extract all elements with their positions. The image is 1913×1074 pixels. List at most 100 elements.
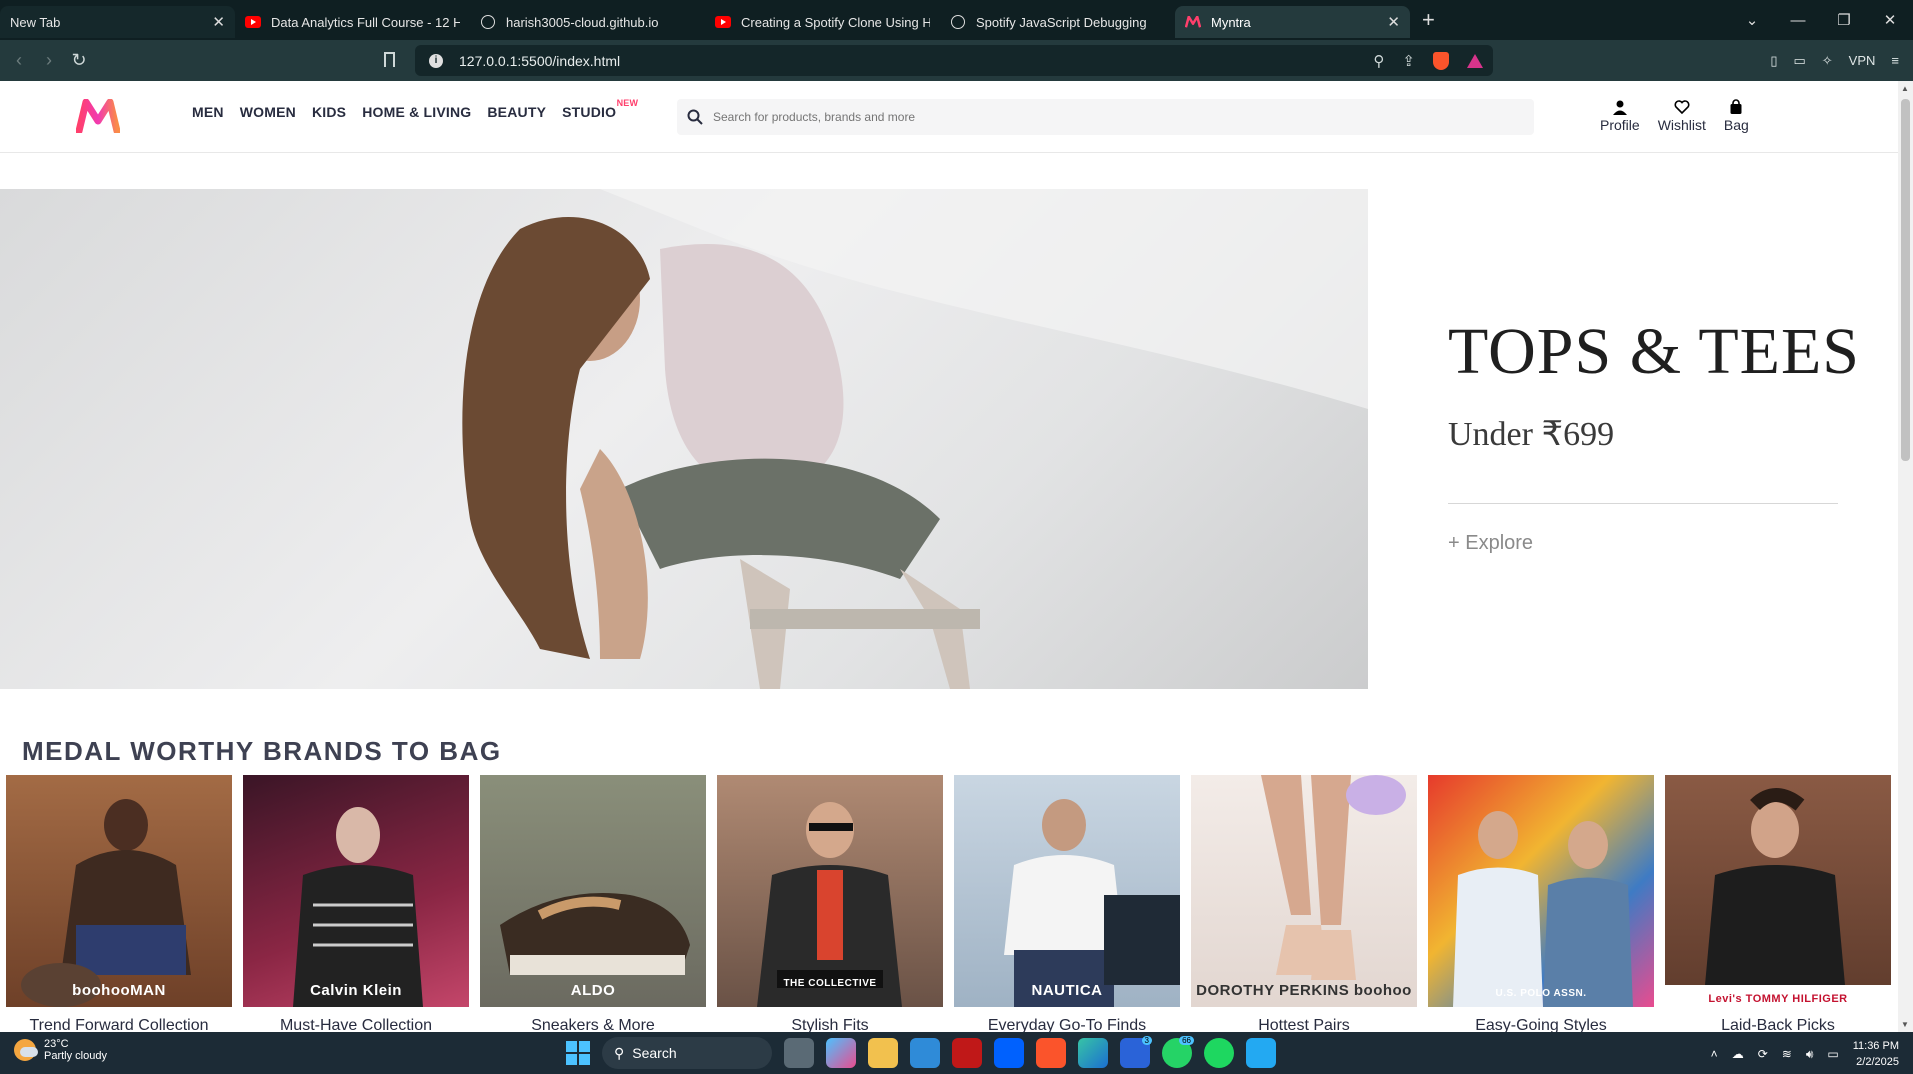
brave-icon[interactable]	[1036, 1038, 1066, 1068]
wifi-icon[interactable]: ≋	[1782, 1047, 1792, 1061]
brand-card-aldo[interactable]: ALDO Sneakers & More	[480, 775, 706, 1032]
main-nav: MEN WOMEN KIDS HOME & LIVING BEAUTY STUD…	[192, 98, 638, 120]
brand-image: boohooMAN	[6, 775, 232, 1007]
sidebar-icon[interactable]: ▯	[1770, 53, 1777, 69]
tab-youtube-spotify[interactable]: Creating a Spotify Clone Using HTM	[705, 6, 940, 38]
browser-tab-bar: New Tab ✕ Data Analytics Full Course - 1…	[0, 0, 1913, 40]
edge-icon[interactable]	[1078, 1038, 1108, 1068]
copilot-icon[interactable]	[826, 1038, 856, 1068]
windows-start-icon[interactable]	[566, 1041, 590, 1065]
file-explorer-icon[interactable]	[868, 1038, 898, 1068]
new-tab-icon[interactable]: +	[1422, 7, 1435, 33]
close-window-icon[interactable]: ✕	[1867, 11, 1913, 29]
model-photo	[462, 189, 1368, 689]
page-scrollbar[interactable]: ▲ ▼	[1898, 81, 1913, 1032]
explore-link[interactable]: + Explore	[1448, 532, 1533, 555]
wallet-icon[interactable]: ▭	[1793, 53, 1805, 69]
globe-icon	[480, 14, 496, 30]
search-input[interactable]	[713, 110, 1493, 124]
tab-title: Data Analytics Full Course - 12 Hou	[271, 14, 460, 30]
tab-youtube-analytics[interactable]: Data Analytics Full Course - 12 Hou	[235, 6, 470, 38]
tab-chatgpt[interactable]: Spotify JavaScript Debugging	[940, 6, 1175, 38]
close-tab-icon[interactable]: ✕	[212, 13, 225, 31]
tab-title: Myntra	[1211, 14, 1251, 30]
bag-button[interactable]: Bag	[1724, 99, 1749, 133]
nav-beauty[interactable]: BEAUTY	[487, 104, 546, 120]
hero-text-panel: TOPS & TEES Under ₹699 + Explore	[1368, 189, 1898, 689]
brand-card-us-polo[interactable]: U.S. POLO ASSN. Easy-Going Styles	[1428, 775, 1654, 1032]
site-info-icon[interactable]: i	[429, 53, 443, 68]
tab-myntra[interactable]: Myntra ✕	[1175, 6, 1410, 38]
wishlist-button[interactable]: Wishlist	[1658, 99, 1706, 133]
search-icon[interactable]	[687, 109, 703, 125]
menu-icon[interactable]: ≡	[1891, 53, 1899, 68]
taskbar-search[interactable]: ⚲ Search	[602, 1037, 772, 1069]
brand-image: DOROTHY PERKINS boohoo	[1191, 775, 1417, 1007]
task-view-icon[interactable]	[784, 1038, 814, 1068]
scroll-up-icon[interactable]: ▲	[1901, 84, 1909, 93]
weather-widget[interactable]: 23°C Partly cloudy	[14, 1038, 107, 1062]
nav-women[interactable]: WOMEN	[240, 104, 296, 120]
brand-caption: Trend Forward Collection	[29, 1017, 209, 1032]
scroll-down-icon[interactable]: ▼	[1901, 1020, 1909, 1029]
tab-github-io[interactable]: harish3005-cloud.github.io	[470, 6, 705, 38]
clock-date: 2/2/2025	[1856, 1056, 1899, 1068]
clock[interactable]: 11:36 PM 2/2/2025	[1853, 1038, 1899, 1070]
share-icon[interactable]: ⇪	[1402, 52, 1415, 70]
back-icon[interactable]: ‹	[4, 50, 34, 71]
new-badge: NEW	[616, 98, 639, 108]
mcafee-icon[interactable]	[952, 1038, 982, 1068]
whatsapp-icon[interactable]: 66	[1162, 1036, 1194, 1068]
nav-men[interactable]: MEN	[192, 104, 224, 120]
vscode-icon[interactable]	[1246, 1038, 1276, 1068]
brand-card-the-collective[interactable]: THE COLLECTIVE Stylish Fits	[717, 775, 943, 1032]
brand-image: NAUTICA	[954, 775, 1180, 1007]
window-controls: ⌄ — ❐ ✕	[1729, 0, 1913, 40]
brave-rewards-icon[interactable]	[1467, 53, 1483, 68]
spotify-icon[interactable]	[1204, 1038, 1234, 1068]
taskbar-search-label: Search	[632, 1045, 677, 1061]
heart-icon	[1674, 100, 1690, 115]
hero-divider	[1448, 503, 1838, 504]
close-tab-icon[interactable]: ✕	[1387, 13, 1400, 31]
nav-kids[interactable]: KIDS	[312, 104, 346, 120]
bookmark-icon[interactable]	[384, 52, 395, 67]
url-bar[interactable]: i 127.0.0.1:5500/index.html ⚲ ⇪	[415, 45, 1493, 76]
zoom-icon[interactable]: ⚲	[1373, 52, 1384, 70]
tab-title: Creating a Spotify Clone Using HTM	[741, 14, 930, 30]
lens-icon[interactable]: 3	[1120, 1036, 1152, 1068]
microsoft-store-icon[interactable]	[910, 1038, 940, 1068]
brand-card-boohoo[interactable]: DOROTHY PERKINS boohoo Hottest Pairs	[1191, 775, 1417, 1032]
nav-studio[interactable]: STUDIO NEW	[562, 98, 638, 120]
chevron-up-icon[interactable]: ˄	[1711, 1047, 1718, 1061]
brand-image: ALDO	[480, 775, 706, 1007]
restore-icon[interactable]: ❐	[1821, 11, 1867, 29]
brand-card-calvin-klein[interactable]: Calvin Klein Must-Have Collection	[243, 775, 469, 1032]
tab-list-icon[interactable]: ⌄	[1729, 11, 1775, 29]
volume-icon[interactable]: 🔊︎	[1806, 1047, 1814, 1062]
profile-button[interactable]: Profile	[1600, 99, 1640, 133]
taskbar-apps: ⚲ Search 3 66	[566, 1036, 1276, 1069]
search-bar	[677, 99, 1534, 135]
vpn-button[interactable]: VPN	[1849, 53, 1876, 68]
dropbox-icon[interactable]	[994, 1038, 1024, 1068]
tab-new-tab[interactable]: New Tab ✕	[0, 6, 235, 38]
myntra-logo[interactable]	[76, 99, 120, 133]
battery-icon[interactable]: ▭	[1827, 1047, 1838, 1061]
sync-icon[interactable]: ⟳	[1758, 1047, 1768, 1061]
brand-card-levis[interactable]: Levi's TOMMY HILFIGER Laid-Back Picks	[1665, 775, 1891, 1032]
brave-shields-icon[interactable]	[1433, 51, 1449, 70]
reload-icon[interactable]: ↻	[64, 50, 94, 71]
hero-title: TOPS & TEES	[1448, 315, 1860, 388]
onedrive-icon[interactable]: ☁	[1732, 1047, 1744, 1061]
brand-card-boohooman[interactable]: boohooMAN Trend Forward Collection	[6, 775, 232, 1032]
nav-home-living[interactable]: HOME & LIVING	[362, 104, 471, 120]
tab-title: New Tab	[10, 14, 61, 30]
clock-time: 11:36 PM	[1852, 1040, 1899, 1052]
minimize-icon[interactable]: —	[1775, 12, 1821, 29]
hero-banner[interactable]: TOPS & TEES Under ₹699 + Explore	[0, 189, 1898, 689]
brand-card-nautica[interactable]: NAUTICA Everyday Go-To Finds	[954, 775, 1180, 1032]
leo-ai-icon[interactable]: ✧	[1822, 53, 1833, 69]
forward-icon[interactable]: ›	[34, 50, 64, 71]
scroll-thumb[interactable]	[1901, 99, 1910, 461]
